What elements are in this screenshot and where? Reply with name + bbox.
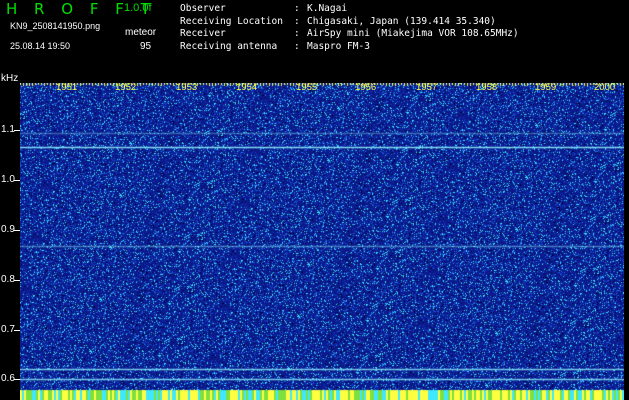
header-panel: H R O F F T 1.0.0f KN9_2508141950.png me… — [0, 0, 629, 80]
info-colon: : — [294, 28, 300, 39]
y-tick-label: 0.8 — [1, 274, 15, 285]
x-tick-label: 1951 — [56, 82, 78, 93]
x-tick-label: 1952 — [115, 82, 137, 93]
info-key: Receiving antenna — [180, 40, 278, 52]
y-tick-label: 0.6 — [1, 373, 15, 384]
meteor-label: meteor — [125, 27, 157, 38]
file-name: KN9_2508141950.png — [10, 21, 101, 31]
x-tick-label: 1954 — [236, 82, 258, 93]
y-axis: 1.1 1.0 0.9 0.8 0.7 0.6 — [0, 0, 20, 400]
info-colon: : — [294, 3, 300, 14]
x-tick-label: 2000 — [594, 82, 616, 93]
app-version: 1.0.0f — [124, 2, 152, 14]
x-tick-label: 1957 — [416, 82, 438, 93]
info-value: K.Nagai — [307, 3, 348, 14]
info-value: AirSpy mini (Miakejima VOR 108.65MHz) — [307, 28, 519, 39]
y-tick-label: 0.9 — [1, 224, 15, 235]
info-colon: : — [294, 15, 300, 27]
info-key: Observer — [180, 3, 226, 14]
x-tick-label: 1958 — [476, 82, 498, 93]
x-tick-label: 1959 — [535, 82, 557, 93]
x-tick-label: 1956 — [355, 82, 377, 93]
info-colon: : — [294, 40, 300, 52]
y-tick-label: 1.1 — [1, 124, 15, 135]
y-tick-label: 0.7 — [1, 324, 15, 335]
info-value: Maspro FM-3 — [307, 40, 370, 52]
spectrogram — [20, 83, 624, 400]
info-value: Chigasaki, Japan (139.414 35.340) — [307, 15, 496, 27]
info-key: Receiving Location — [180, 15, 283, 27]
x-tick-label: 1955 — [296, 82, 318, 93]
info-key: Receiver — [180, 28, 226, 39]
x-tick-label: 1953 — [176, 82, 198, 93]
spectrogram-canvas — [20, 83, 624, 400]
meteor-count: 95 — [140, 41, 152, 52]
y-tick-label: 1.0 — [1, 174, 15, 185]
